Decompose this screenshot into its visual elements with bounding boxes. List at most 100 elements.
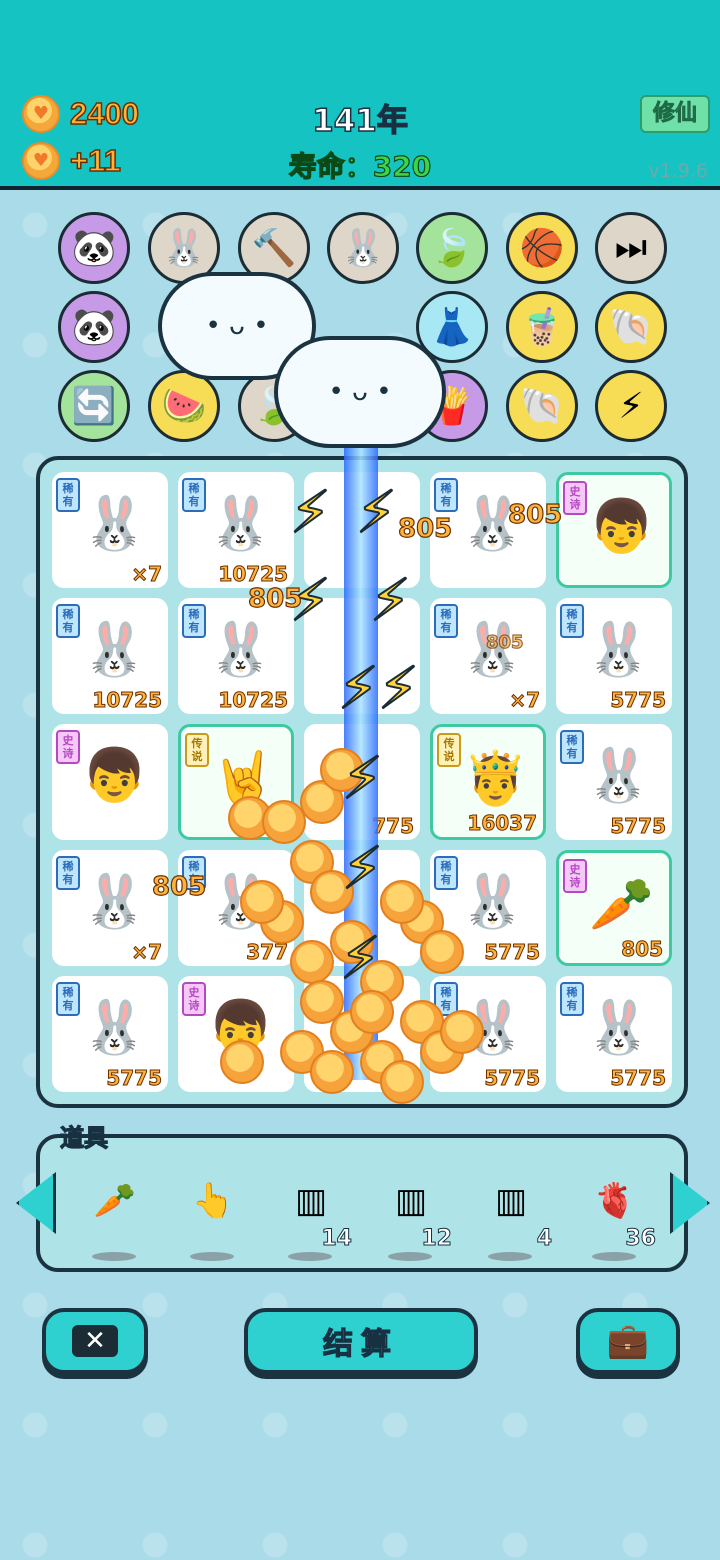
- milk-tea-icon[interactable]: 🧋: [506, 291, 578, 363]
- coin-icon: [240, 880, 284, 924]
- cell-value: 805: [621, 937, 664, 962]
- panda-icon[interactable]: 🐼: [58, 212, 130, 284]
- board-cell[interactable]: 传说 🤴 16037: [430, 724, 546, 840]
- lightning-bolt-icon: ⚡: [339, 923, 382, 993]
- hand-card-icon[interactable]: 👆: [178, 1163, 248, 1261]
- item-glyph: ▥: [394, 1181, 428, 1221]
- item-glyph: 🫀: [593, 1181, 637, 1221]
- rarity-tag: 稀有: [560, 730, 584, 764]
- rarity-tag: 传说: [185, 733, 209, 767]
- item-count: 4: [536, 1226, 552, 1252]
- lightning-icon[interactable]: ⚡: [595, 370, 667, 442]
- legend-pack-icon[interactable]: ▥ 4: [476, 1163, 553, 1261]
- liver-icon[interactable]: 🫀 36: [580, 1163, 656, 1261]
- coin-icon: [420, 930, 464, 974]
- items-title: 道具: [59, 1123, 108, 1152]
- item-count: 14: [321, 1226, 353, 1252]
- cell-value: 5775: [610, 688, 667, 713]
- floating-reward: 805: [247, 583, 303, 614]
- rarity-tag: 稀有: [56, 856, 80, 890]
- rarity-tag: 史诗: [182, 982, 206, 1016]
- xiuxian-button[interactable]: 修仙: [640, 95, 710, 133]
- settle-button[interactable]: 结算: [244, 1308, 478, 1374]
- close-icon: ✕: [72, 1325, 118, 1357]
- cell-value: 10725: [218, 562, 289, 587]
- fruit-basket-icon[interactable]: 🍉: [148, 370, 220, 442]
- character-icon: 🐰: [208, 494, 273, 554]
- rarity-tag: 稀有: [560, 604, 584, 638]
- rarity-tag: 稀有: [182, 478, 206, 512]
- character-icon: 🐰: [586, 746, 651, 806]
- board-cell[interactable]: 稀有 🐰 10725: [52, 598, 168, 714]
- coin-icon: [290, 940, 334, 984]
- board-cell[interactable]: 稀有 🐰 5775: [556, 724, 672, 840]
- refresh-icon[interactable]: 🔄: [58, 370, 130, 442]
- cancel-button[interactable]: ✕: [42, 1308, 148, 1374]
- coin-icon: [350, 990, 394, 1034]
- coin-icon: [220, 1040, 264, 1084]
- board-cell[interactable]: 史诗 🥕 805: [556, 850, 672, 966]
- rarity-tag: 稀有: [56, 604, 80, 638]
- item-shadow: [92, 1252, 136, 1261]
- shell-icon[interactable]: 🐚: [506, 370, 578, 442]
- rare-pack-icon[interactable]: ▥ 14: [276, 1163, 352, 1261]
- basketball-icon[interactable]: 🏀: [506, 212, 578, 284]
- floating-reward: 805: [507, 499, 563, 530]
- coin-icon: [262, 800, 306, 844]
- top-header: 2400 +11 141年 寿命：320 修仙 v1.9.6: [0, 0, 720, 190]
- coin-icon: [310, 1050, 354, 1094]
- board-cell[interactable]: 稀有 🐰 10725: [178, 598, 294, 714]
- board-cell[interactable]: 稀有 🐰 ×7: [52, 850, 168, 966]
- item-glyph: ▥: [294, 1181, 328, 1221]
- lightning-bolt-icon: ⚡: [341, 833, 384, 903]
- character-icon: 🥕: [589, 875, 654, 935]
- character-icon: 🤴: [463, 749, 528, 809]
- board-cell[interactable]: 稀有 🐰 5775: [52, 976, 168, 1092]
- cell-value: 5775: [610, 814, 667, 839]
- rabbit-icon[interactable]: 🐰: [327, 212, 399, 284]
- rarity-tag: 史诗: [563, 481, 587, 515]
- item-shadow: [592, 1252, 636, 1261]
- cell-value: ×7: [131, 940, 163, 965]
- board-cell[interactable]: 史诗 👦: [52, 724, 168, 840]
- character-icon: 🐰: [586, 620, 651, 680]
- lightning-bolt-icon: ⚡: [337, 653, 380, 723]
- panda-icon[interactable]: 🐼: [58, 291, 130, 363]
- rarity-tag: 稀有: [434, 604, 458, 638]
- skip-icon[interactable]: ⏭: [595, 212, 667, 284]
- character-icon: 🐰: [460, 872, 525, 932]
- bag-button[interactable]: 💼: [576, 1308, 680, 1374]
- cell-value: 5775: [106, 1066, 163, 1091]
- epic-pack-icon[interactable]: ▥ 12: [376, 1163, 452, 1261]
- cell-value: 10725: [218, 688, 289, 713]
- character-icon: 👦: [82, 746, 147, 806]
- board-cell[interactable]: 史诗 👦: [556, 472, 672, 588]
- rarity-tag: 稀有: [56, 982, 80, 1016]
- leaf-icon[interactable]: 🍃: [416, 212, 488, 284]
- coin-icon: [380, 880, 424, 924]
- board-cell[interactable]: 稀有 🐰 ×7: [52, 472, 168, 588]
- carrot-card-icon[interactable]: 🥕: [80, 1163, 150, 1261]
- shell-icon[interactable]: 🐚: [595, 291, 667, 363]
- board-cell[interactable]: 稀有 🐰 ×7: [430, 598, 546, 714]
- floating-reward: 805: [397, 513, 453, 544]
- board-cell[interactable]: 稀有 🐰 5775: [556, 598, 672, 714]
- character-icon: 🐰: [82, 620, 147, 680]
- cell-value: 5775: [484, 1066, 541, 1091]
- item-shadow: [388, 1252, 432, 1261]
- character-icon: 👦: [589, 497, 654, 557]
- rarity-tag: 稀有: [56, 478, 80, 512]
- board-cell[interactable]: 稀有 🐰 5775: [556, 976, 672, 1092]
- coin-icon: [440, 1010, 484, 1054]
- rarity-tag: 稀有: [434, 856, 458, 890]
- item-shadow: [488, 1252, 532, 1261]
- character-icon: 🐰: [82, 494, 147, 554]
- item-glyph: 👆: [191, 1181, 235, 1221]
- character-icon: 🐰: [586, 998, 651, 1058]
- board-cell[interactable]: 稀有 🐰 10725: [178, 472, 294, 588]
- floating-reward: 805: [485, 631, 524, 653]
- rarity-tag: 史诗: [563, 859, 587, 893]
- rarity-tag: 史诗: [56, 730, 80, 764]
- cell-value: 10725: [92, 688, 163, 713]
- item-count: 36: [625, 1226, 657, 1252]
